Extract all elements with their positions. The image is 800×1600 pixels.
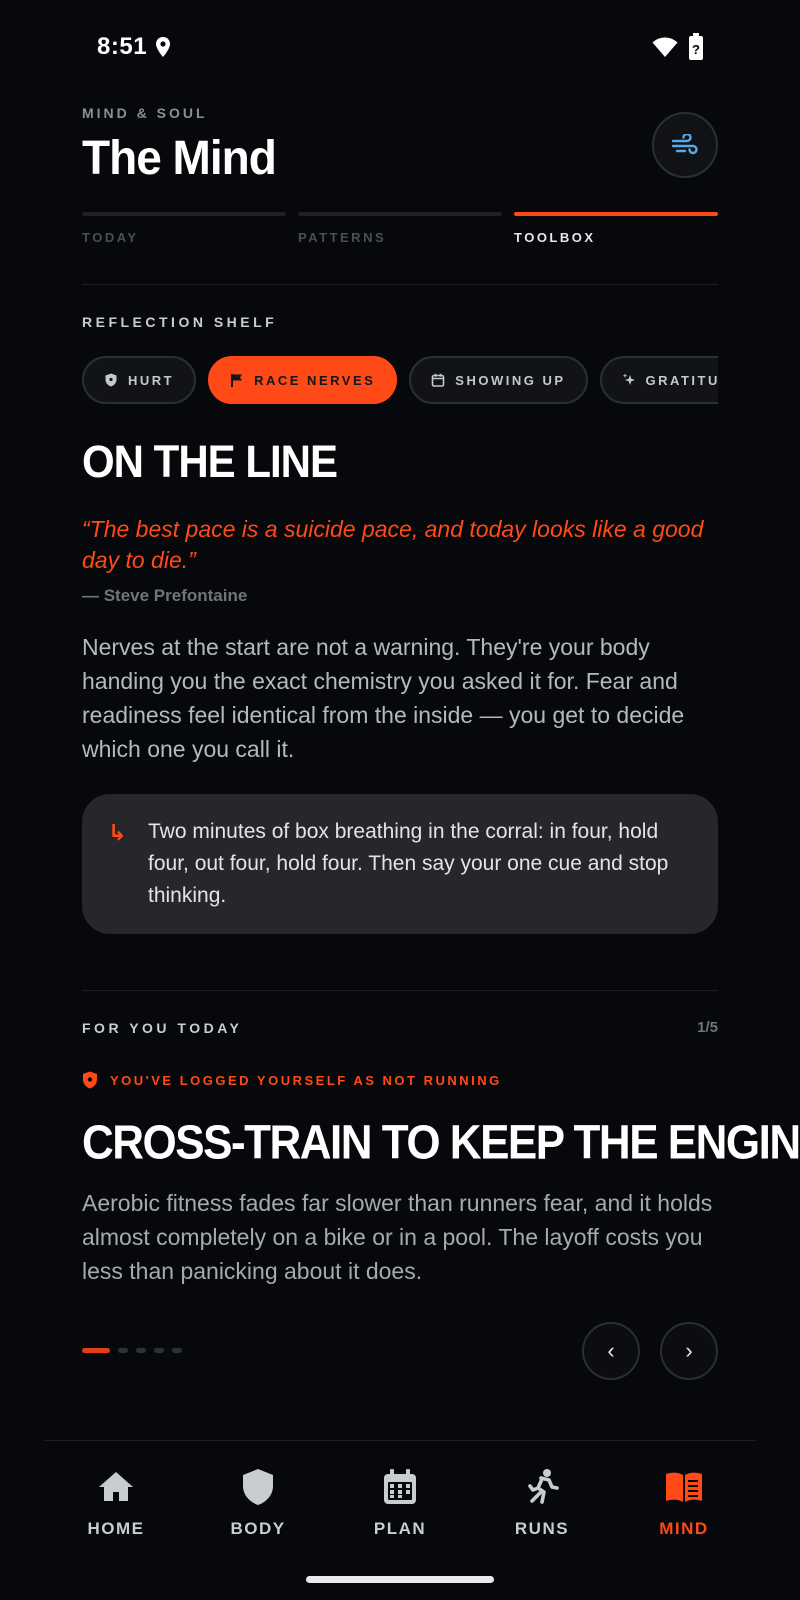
tab-label: TOOLBOX: [514, 230, 596, 245]
reflection-title: ON THE LINE: [82, 436, 338, 487]
nav-runs[interactable]: RUNS: [482, 1467, 602, 1539]
shield-icon: [243, 1469, 273, 1505]
quote-author: — Steve Prefontaine: [82, 586, 248, 605]
status-flag-text: YOU'VE LOGGED YOURSELF AS NOT RUNNING: [110, 1072, 502, 1088]
tip-arrow-icon: ↳: [108, 820, 127, 845]
tab-indicator: [298, 212, 502, 216]
chip-label: SHOWING UP: [455, 372, 566, 388]
nav-label: BODY: [230, 1519, 286, 1538]
chip-hurt[interactable]: HURT: [82, 356, 197, 404]
tip-text: Two minutes of box breathing in the corr…: [148, 820, 669, 907]
calendar-icon: [431, 373, 445, 387]
chip-row: HURT RACE NERVES SHOWING UP GRATITUDE: [82, 356, 718, 404]
pagination-dot[interactable]: [82, 1348, 110, 1353]
section-eyebrow: MIND & SOUL: [82, 105, 208, 121]
nav-label: RUNS: [514, 1519, 570, 1538]
breathing-button[interactable]: [652, 112, 718, 178]
home-indicator[interactable]: [306, 1576, 494, 1583]
chevron-left-icon: ‹: [607, 1338, 615, 1363]
pagination-dot[interactable]: [136, 1348, 146, 1353]
nav-home[interactable]: HOME: [56, 1467, 176, 1539]
reflection-body: Nerves at the start are not a warning. T…: [82, 634, 685, 762]
flag-icon: [231, 374, 243, 387]
prev-button[interactable]: ‹: [582, 1322, 640, 1380]
status-flag: YOU'VE LOGGED YOURSELF AS NOT RUNNING: [82, 1071, 502, 1089]
tab-label: TODAY: [82, 230, 139, 245]
tab-today[interactable]: TODAY: [82, 212, 286, 245]
runner-icon: [528, 1469, 559, 1504]
chip-gratitude[interactable]: GRATITUDE: [599, 356, 718, 404]
shield-icon: [105, 373, 117, 387]
chip-showing-up[interactable]: SHOWING UP: [409, 356, 588, 404]
nav-body[interactable]: BODY: [198, 1467, 318, 1539]
location-icon: [156, 37, 170, 57]
chip-label: HURT: [128, 372, 175, 388]
divider: [82, 284, 718, 285]
pagination-dots: [82, 1348, 182, 1353]
home-icon: [99, 1472, 133, 1501]
wind-icon: [671, 134, 698, 155]
calendar-icon: [384, 1469, 416, 1504]
tab-indicator: [82, 212, 286, 216]
nav-label: HOME: [87, 1519, 145, 1538]
pagination-dot[interactable]: [154, 1348, 164, 1353]
book-icon: [666, 1472, 702, 1502]
nav-label: MIND: [659, 1519, 709, 1538]
nav-label: PLAN: [373, 1519, 427, 1538]
chip-label: RACE NERVES: [254, 372, 376, 388]
tab-label: PATTERNS: [298, 230, 387, 245]
nav-plan[interactable]: PLAN: [340, 1467, 460, 1539]
page-counter: 1/5: [697, 1019, 718, 1036]
pagination-dot[interactable]: [172, 1348, 182, 1353]
reflection-quote: “The best pace is a suicide pace, and to…: [82, 516, 704, 573]
status-time: 8:51: [97, 33, 148, 60]
chip-race-nerves[interactable]: RACE NERVES: [208, 356, 398, 404]
sparkle-icon: [622, 373, 635, 385]
nav-mind[interactable]: MIND: [624, 1467, 744, 1539]
tab-toolbox[interactable]: TOOLBOX: [514, 212, 718, 245]
battery-icon: ?: [689, 33, 703, 60]
chevron-right-icon: ›: [685, 1338, 693, 1363]
wifi-icon: [652, 37, 678, 57]
feature-title: CROSS-TRAIN TO KEEP THE ENGINE: [82, 1115, 800, 1170]
shield-alert-icon: [83, 1071, 97, 1089]
svg-text:?: ?: [692, 42, 700, 57]
next-button[interactable]: ›: [660, 1322, 718, 1380]
for-you-label: FOR YOU TODAY: [82, 1020, 243, 1036]
tab-patterns[interactable]: PATTERNS: [298, 212, 502, 245]
divider: [82, 990, 718, 991]
page-title: The Mind: [82, 129, 277, 185]
tab-indicator: [514, 212, 718, 216]
pagination-dot[interactable]: [118, 1348, 128, 1353]
shelf-label: REFLECTION SHELF: [82, 314, 278, 330]
feature-body: Aerobic fitness fades far slower than ru…: [82, 1190, 713, 1284]
chip-label: GRATITUDE: [645, 372, 718, 388]
